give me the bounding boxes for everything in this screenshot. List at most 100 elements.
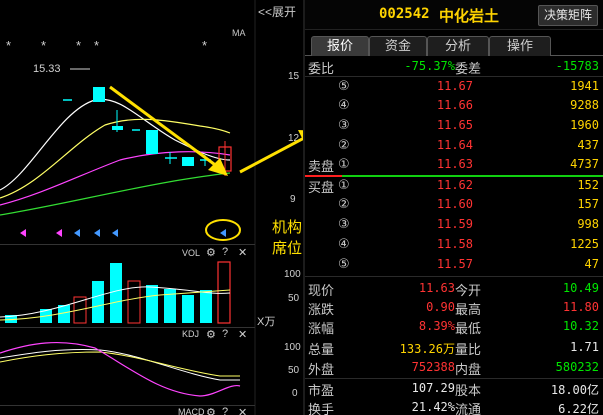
kdj-chart-canvas[interactable] — [0, 328, 255, 404]
candle — [93, 87, 105, 102]
ask-price[interactable]: 11.63 — [405, 157, 473, 171]
macd-indicator-label: MACD — [178, 407, 205, 415]
signal-triangle — [220, 229, 226, 237]
stat-value: 10.32 — [562, 319, 599, 333]
ask-level: ① — [338, 156, 350, 171]
volume-bar — [217, 261, 231, 324]
ma5-line — [0, 98, 231, 191]
bid-level: ④ — [338, 236, 350, 251]
weicha-value: -15783 — [555, 59, 599, 73]
ask-level: ④ — [338, 97, 350, 112]
stat-label: 量比 — [455, 343, 482, 358]
ask-level: ② — [338, 137, 350, 152]
ask-price[interactable]: 11.67 — [405, 79, 473, 93]
volume-bar — [92, 281, 104, 323]
ask-bid-separator — [342, 175, 603, 177]
sell-label: 卖盘 — [308, 160, 335, 175]
bid-level: ① — [338, 177, 350, 192]
bid-volume: 152 — [577, 178, 599, 192]
quote-tabs: 报价 资金 分析 操作 — [305, 34, 603, 56]
annotation-text: 机构席位 — [272, 219, 303, 257]
weicha-label: 委差 — [455, 62, 482, 77]
stat-value: 580232 — [555, 360, 599, 374]
quote-header: 002542 中化岩土 决策矩阵 — [305, 0, 603, 30]
stat-label: 流通 — [455, 403, 482, 415]
stat-label: 最低 — [455, 322, 482, 337]
vol-axis-label: 100 — [284, 269, 301, 280]
kdj-axis-label: 0 — [292, 388, 298, 399]
kline-chart-panel[interactable]: <<展开 MA * * * * * 15.33 15 12 9 机构席位 VOL… — [0, 0, 303, 415]
bid-price[interactable]: 11.59 — [405, 217, 473, 231]
tab-analysis[interactable]: 分析 — [427, 36, 489, 56]
stat-label: 涨幅 — [308, 322, 335, 337]
signal-triangle — [112, 229, 118, 237]
decision-matrix-button[interactable]: 决策矩阵 — [538, 5, 598, 26]
bid-volume: 157 — [577, 197, 599, 211]
tab-funds[interactable]: 资金 — [369, 36, 427, 56]
signal-triangle — [20, 229, 26, 237]
volume-bar — [200, 290, 212, 323]
stat-value: 0.90 — [426, 300, 455, 314]
stat-value: 11.80 — [562, 300, 599, 314]
stat-label: 今开 — [455, 284, 482, 299]
help-icon[interactable]: ? — [222, 406, 228, 415]
stat-label: 现价 — [308, 284, 335, 299]
bid-price[interactable]: 11.58 — [405, 237, 473, 251]
ask-price[interactable]: 11.65 — [405, 118, 473, 132]
close-icon[interactable]: ✕ — [238, 406, 247, 415]
ask-volume: 9288 — [570, 98, 599, 112]
volume-bar — [110, 263, 122, 323]
ask-volume: 1960 — [570, 118, 599, 132]
bid-volume: 47 — [584, 257, 599, 271]
stat-value: 21.42% — [411, 400, 455, 414]
volume-bar — [182, 295, 194, 323]
vol-unit-label: X万 — [257, 316, 276, 328]
bid-level: ② — [338, 196, 350, 211]
ask-price[interactable]: 11.66 — [405, 98, 473, 112]
bid-price[interactable]: 11.60 — [405, 197, 473, 211]
bid-volume: 1225 — [570, 237, 599, 251]
candle — [146, 130, 158, 154]
divider — [305, 76, 603, 77]
tab-operation[interactable]: 操作 — [489, 36, 551, 56]
kdj-k-line — [0, 349, 240, 381]
kdj-j-line — [0, 341, 241, 397]
weibi-value: -75.37% — [404, 59, 455, 73]
bid-price[interactable]: 11.57 — [405, 257, 473, 271]
kdj-axis-label: 50 — [288, 365, 300, 376]
bid-level: ③ — [338, 216, 350, 231]
stat-value: 8.39% — [418, 319, 455, 333]
gear-icon[interactable]: ⚙ — [206, 406, 216, 415]
signal-triangle — [94, 229, 100, 237]
stat-label: 市盈 — [308, 384, 335, 399]
stat-label: 外盘 — [308, 363, 335, 378]
annotation-arrow-line — [109, 85, 219, 169]
kdj-d-line — [0, 351, 240, 377]
stat-label: 涨跌 — [308, 303, 335, 318]
bid-price[interactable]: 11.62 — [405, 178, 473, 192]
tab-quote[interactable]: 报价 — [311, 36, 369, 56]
ask-volume: 1941 — [570, 79, 599, 93]
ma10-line — [0, 118, 231, 199]
volume-bar — [146, 285, 158, 323]
buy-label: 买盘 — [308, 181, 335, 196]
weibi-label: 委比 — [308, 62, 335, 77]
stat-value: 1.71 — [570, 340, 599, 354]
stat-value: 10.49 — [562, 281, 599, 295]
ask-volume: 4737 — [570, 157, 599, 171]
stock-name: 中化岩土 — [439, 7, 500, 25]
candle — [182, 157, 194, 166]
stat-label: 股本 — [455, 384, 482, 399]
stat-label: 总量 — [308, 343, 335, 358]
stat-value: 133.26万 — [399, 342, 455, 356]
stat-label: 内盘 — [455, 363, 482, 378]
panel-divider — [0, 405, 255, 406]
ask-price[interactable]: 11.64 — [405, 138, 473, 152]
vol-axis-label: 50 — [288, 293, 300, 304]
stat-value: 107.29 — [411, 381, 455, 395]
stat-label: 最高 — [455, 303, 482, 318]
kdj-axis-label: 100 — [284, 342, 301, 353]
annotation-ellipse — [205, 219, 241, 241]
quote-panel: 002542 中化岩土 决策矩阵 报价 资金 分析 操作 委比 -75.37% … — [305, 0, 603, 415]
volume-chart-canvas[interactable] — [0, 245, 255, 327]
